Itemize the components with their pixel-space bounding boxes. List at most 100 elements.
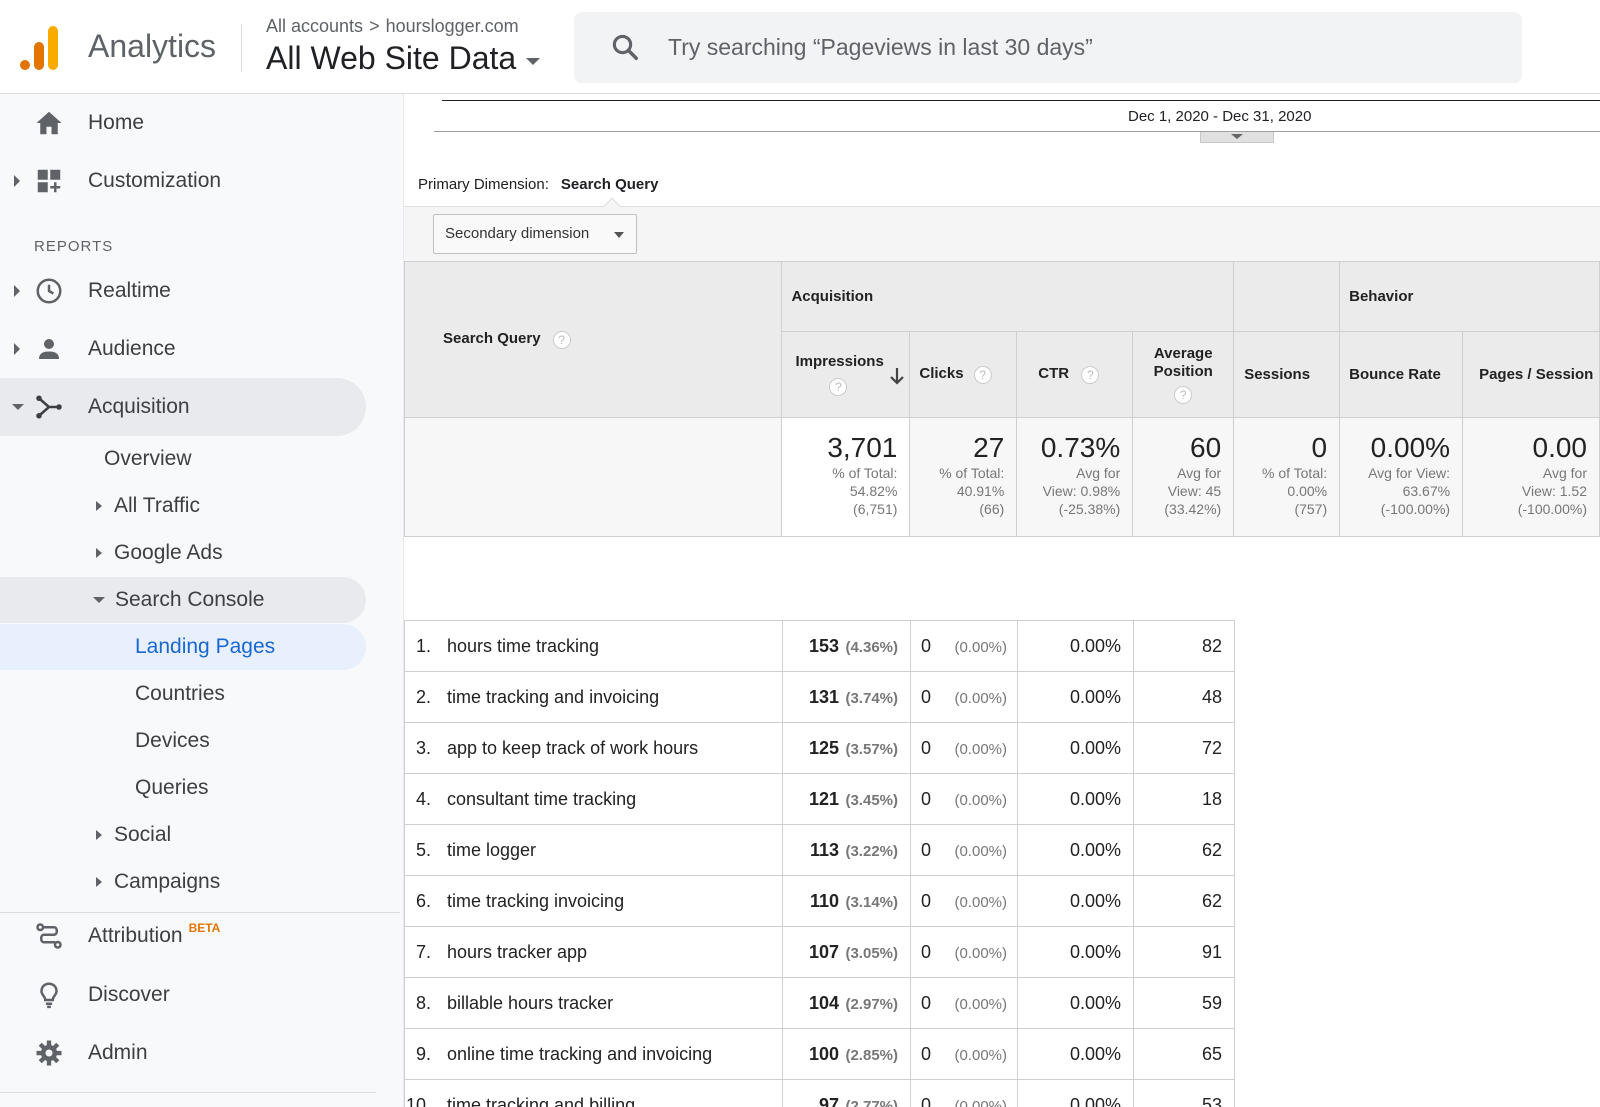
primary-dimension-label: Primary Dimension:: [418, 176, 549, 193]
breadcrumb-separator: >: [369, 16, 380, 36]
total-sub: Avg for View:: [1368, 465, 1451, 481]
help-icon[interactable]: ?: [1081, 365, 1100, 384]
query-cell[interactable]: 3. app to keep track of work hours: [404, 722, 783, 774]
sidebar-item-devices[interactable]: Devices: [135, 718, 210, 764]
search-query-link[interactable]: hours tracker app: [447, 942, 587, 962]
total-sub: (33.42%): [1164, 501, 1222, 517]
expand-arrow-icon[interactable]: [96, 877, 102, 887]
expand-arrow-icon[interactable]: [14, 175, 20, 187]
search-query-link[interactable]: time tracking and billing: [447, 1095, 635, 1107]
column-header-sessions[interactable]: Sessions: [1233, 331, 1341, 418]
query-cell[interactable]: 2. time tracking and invoicing: [404, 671, 783, 723]
view-selector[interactable]: All Web Site Data: [266, 40, 541, 77]
sort-descending-icon[interactable]: [889, 366, 905, 386]
help-icon[interactable]: ?: [973, 365, 992, 384]
query-cell[interactable]: 4. consultant time tracking: [404, 773, 783, 825]
table-row[interactable]: 5. time logger 113 (3.22%) 0 (0.00%) 0.00% 62: [404, 824, 1235, 876]
query-cell[interactable]: 9. online time tracking and invoicing: [404, 1028, 783, 1080]
query-cell[interactable]: 8. billable hours tracker: [404, 977, 783, 1029]
sidebar-item-search-console[interactable]: Search Console: [93, 577, 264, 623]
app-name[interactable]: Analytics: [88, 28, 216, 65]
breadcrumb-property[interactable]: hourslogger.com: [386, 16, 519, 36]
sidebar-item-home[interactable]: Home: [0, 94, 366, 152]
sidebar-item-realtime[interactable]: Realtime: [0, 262, 366, 320]
sidebar-item-label: Google Ads: [114, 541, 223, 564]
expand-chart-toggle[interactable]: [1200, 132, 1274, 143]
clicks-cell: 0 (0.00%): [910, 722, 1018, 774]
table-row[interactable]: 8. billable hours tracker 104 (2.97%) 0 (0.…: [404, 977, 1235, 1029]
ctr-cell: 0.00%: [1017, 926, 1134, 978]
sidebar-item-attribution[interactable]: Attribution BETA: [0, 907, 366, 965]
sidebar-item-label: Home: [88, 111, 145, 134]
expand-arrow-icon[interactable]: [14, 285, 20, 297]
sidebar-item-overview[interactable]: Overview: [104, 436, 192, 482]
query-cell[interactable]: 1. hours time tracking: [404, 620, 783, 672]
avg-position-cell: 48: [1133, 671, 1235, 723]
sidebar-item-queries[interactable]: Queries: [135, 765, 209, 811]
column-header-ctr[interactable]: CTR ?: [1016, 331, 1134, 418]
column-header-clicks[interactable]: Clicks ?: [909, 331, 1018, 418]
search-query-link[interactable]: time logger: [447, 840, 536, 860]
beta-badge: BETA: [188, 921, 221, 935]
account-breadcrumb[interactable]: All accounts > hourslogger.com: [266, 16, 519, 37]
table-row[interactable]: 3. app to keep track of work hours 125 (3.…: [404, 722, 1235, 774]
table-row[interactable]: 7. hours tracker app 107 (3.05%) 0 (0.00%) 0…: [404, 926, 1235, 978]
expand-arrow-icon[interactable]: [96, 501, 102, 511]
date-range[interactable]: Dec 1, 2020 - Dec 31, 2020: [1128, 108, 1311, 125]
column-header-pages-per-session[interactable]: Pages / Session: [1462, 331, 1600, 418]
table-row[interactable]: 4. consultant time tracking 121 (3.45%) 0 (…: [404, 773, 1235, 825]
sidebar-item-social[interactable]: Social: [96, 812, 171, 858]
sidebar-item-campaigns[interactable]: Campaigns: [96, 859, 220, 905]
sidebar-item-admin[interactable]: Admin: [0, 1024, 366, 1082]
collapse-arrow-icon[interactable]: [93, 597, 105, 603]
sidebar-item-landing-pages[interactable]: Landing Pages: [135, 624, 275, 670]
search-query-link[interactable]: consultant time tracking: [447, 789, 636, 809]
sidebar-item-label: All Traffic: [114, 494, 200, 517]
analytics-logo-icon[interactable]: [20, 22, 60, 70]
search-bar[interactable]: Try searching “Pageviews in last 30 days…: [574, 12, 1522, 83]
expand-arrow-icon[interactable]: [14, 343, 20, 355]
primary-dimension-value[interactable]: Search Query: [561, 176, 659, 193]
column-header-search-query[interactable]: Search Query ?: [403, 261, 783, 418]
sidebar-item-discover[interactable]: Discover: [0, 966, 366, 1024]
table-row[interactable]: 10. time tracking and billing 97 (2.77%) 0 …: [404, 1079, 1235, 1107]
column-header-bounce-rate[interactable]: Bounce Rate: [1339, 331, 1464, 418]
collapse-arrow-icon[interactable]: [12, 404, 24, 410]
table-row[interactable]: 6. time tracking invoicing 110 (3.14%) 0 (0…: [404, 875, 1235, 927]
column-header-label: Impressions: [795, 352, 884, 370]
expand-arrow-icon[interactable]: [96, 830, 102, 840]
expand-arrow-icon[interactable]: [96, 548, 102, 558]
total-sub: (66): [979, 501, 1005, 517]
table-row[interactable]: 9. online time tracking and invoicing 100 …: [404, 1028, 1235, 1080]
secondary-dimension-dropdown[interactable]: Secondary dimension: [433, 214, 637, 254]
help-icon[interactable]: ?: [829, 378, 848, 397]
query-cell[interactable]: 7. hours tracker app: [404, 926, 783, 978]
impressions-cell: 104 (2.97%): [782, 977, 911, 1029]
search-query-link[interactable]: billable hours tracker: [447, 993, 613, 1013]
total-sub: (-100.00%): [1380, 501, 1451, 517]
sidebar-item-google-ads[interactable]: Google Ads: [96, 530, 223, 576]
search-query-link[interactable]: online time tracking and invoicing: [447, 1044, 712, 1064]
breadcrumb-account[interactable]: All accounts: [266, 16, 363, 36]
search-query-link[interactable]: time tracking invoicing: [447, 891, 624, 911]
table-row[interactable]: 1. hours time tracking 153 (4.36%) 0 (0.00%…: [404, 620, 1235, 672]
sidebar-item-all-traffic[interactable]: All Traffic: [96, 483, 200, 529]
clicks-value: 0: [921, 839, 932, 860]
table-row[interactable]: 2. time tracking and invoicing 131 (3.74%)…: [404, 671, 1235, 723]
query-cell[interactable]: 6. time tracking invoicing: [404, 875, 783, 927]
search-query-link[interactable]: hours time tracking: [447, 636, 599, 656]
column-header-impressions[interactable]: Impressions ?: [781, 331, 911, 418]
query-cell[interactable]: 5. time logger: [404, 824, 783, 876]
help-icon[interactable]: ?: [552, 330, 571, 349]
column-header-average-position[interactable]: Average Position ?: [1132, 331, 1235, 418]
sidebar-item-countries[interactable]: Countries: [135, 671, 225, 717]
sidebar-item-acquisition[interactable]: Acquisition: [0, 378, 366, 436]
help-icon[interactable]: ?: [1174, 385, 1193, 404]
search-query-link[interactable]: app to keep track of work hours: [447, 738, 698, 758]
search-query-link[interactable]: time tracking and invoicing: [447, 687, 659, 707]
total-sub: Avg for: [1542, 465, 1587, 481]
sidebar-item-audience[interactable]: Audience: [0, 320, 366, 378]
sidebar-item-customization[interactable]: Customization: [0, 152, 366, 210]
query-cell[interactable]: 10. time tracking and billing: [404, 1079, 783, 1107]
impressions-percent: (3.57%): [845, 740, 898, 758]
